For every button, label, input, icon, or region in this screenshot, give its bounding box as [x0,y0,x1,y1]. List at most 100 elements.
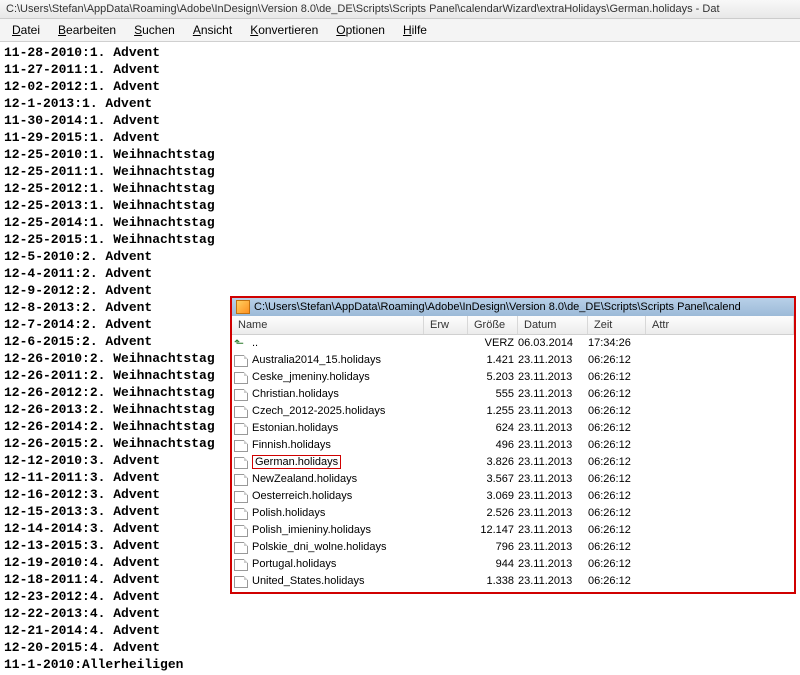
file-row[interactable]: Polskie_dni_wolne.holidays79623.11.20130… [232,539,794,556]
file-icon [234,542,248,554]
file-size: 5.203 [472,369,518,386]
column-time[interactable]: Zeit [588,316,646,334]
file-date: 06.03.2014 [518,335,588,352]
file-icon [234,389,248,401]
file-size: 496 [472,437,518,454]
file-time: 06:26:12 [588,420,646,437]
menu-item-optionen[interactable]: Optionen [328,21,393,39]
file-row[interactable]: United_States.holidays1.33823.11.201306:… [232,573,794,590]
folder-up-icon [234,338,248,350]
file-browser-path: C:\Users\Stefan\AppData\Roaming\Adobe\In… [254,301,741,313]
file-browser-titlebar[interactable]: C:\Users\Stefan\AppData\Roaming\Adobe\In… [232,298,794,316]
column-name[interactable]: Name [232,316,424,334]
column-attr[interactable]: Attr [646,316,794,334]
file-browser-columns[interactable]: Name Erw Größe Datum Zeit Attr [232,316,794,335]
file-icon [234,525,248,537]
file-date: 23.11.2013 [518,573,588,590]
file-time: 06:26:12 [588,573,646,590]
file-name: Finnish.holidays [252,437,428,454]
menu-item-bearbeiten[interactable]: Bearbeiten [50,21,124,39]
file-time: 17:34:26 [588,335,646,352]
file-icon [234,423,248,435]
file-browser-window[interactable]: C:\Users\Stefan\AppData\Roaming\Adobe\In… [230,296,796,594]
file-name: .. [252,335,428,352]
file-date: 23.11.2013 [518,369,588,386]
menu-item-hilfe[interactable]: Hilfe [395,21,435,39]
file-row[interactable]: NewZealand.holidays3.56723.11.201306:26:… [232,471,794,488]
file-name: Czech_2012-2025.holidays [252,403,428,420]
file-icon [234,372,248,384]
file-time: 06:26:12 [588,471,646,488]
file-date: 23.11.2013 [518,420,588,437]
file-row[interactable]: Czech_2012-2025.holidays1.25523.11.20130… [232,403,794,420]
file-icon [234,508,248,520]
column-size[interactable]: Größe [468,316,518,334]
menu-item-datei[interactable]: Datei [4,21,48,39]
file-browser-list[interactable]: ..VERZ06.03.201417:34:26Australia2014_15… [232,335,794,592]
file-date: 23.11.2013 [518,386,588,403]
folder-icon [236,300,250,314]
menu-item-konvertieren[interactable]: Konvertieren [242,21,326,39]
file-size: 1.255 [472,403,518,420]
file-time: 06:26:12 [588,352,646,369]
file-row[interactable]: German.holidays 3.82623.11.201306:26:12 [232,454,794,471]
file-row[interactable]: Finnish.holidays49623.11.201306:26:12 [232,437,794,454]
file-size: 944 [472,556,518,573]
file-date: 23.11.2013 [518,590,588,592]
parent-folder-row[interactable]: .. VERZ06.03.201417:34:26 [232,335,794,352]
file-date: 23.11.2013 [518,352,588,369]
file-name: wichtige_tage.holidays [252,590,428,592]
file-date: 23.11.2013 [518,454,588,471]
file-size: 555 [472,386,518,403]
file-time: 06:26:12 [588,454,646,471]
file-name: Christian.holidays [252,386,428,403]
file-name: German.holidays [252,454,428,471]
file-time: 06:26:12 [588,437,646,454]
file-row[interactable]: Polish_imieniny.holidays12.14723.11.2013… [232,522,794,539]
file-size: 12.147 [472,522,518,539]
file-row[interactable]: Australia2014_15.holidays 1.42123.11.2013… [232,352,794,369]
file-time: 06:26:12 [588,522,646,539]
file-name: Ceske_jmeniny.holidays [252,369,428,386]
file-row[interactable]: Portugal.holidays 94423.11.201306:26:12 [232,556,794,573]
file-icon [234,559,248,571]
file-name: Australia2014_15.holidays [252,352,428,369]
file-time: 06:26:12 [588,505,646,522]
file-icon [234,355,248,367]
file-name: Oesterreich.holidays [252,488,428,505]
column-date[interactable]: Datum [518,316,588,334]
menu-item-ansicht[interactable]: Ansicht [185,21,240,39]
file-row[interactable]: Ceske_jmeniny.holidays 5.20323.11.201306:… [232,369,794,386]
file-date: 23.11.2013 [518,471,588,488]
file-size: 624 [472,420,518,437]
file-date: 23.11.2013 [518,488,588,505]
file-size: VERZ [472,335,518,352]
file-icon [234,457,248,469]
file-row[interactable]: Estonian.holidays 62423.11.201306:26:12 [232,420,794,437]
file-size: 1.421 [472,352,518,369]
file-row[interactable]: Oesterreich.holidays3.06923.11.201306:26… [232,488,794,505]
file-date: 23.11.2013 [518,556,588,573]
file-name: Portugal.holidays [252,556,428,573]
file-name: NewZealand.holidays [252,471,428,488]
window-title-text: C:\Users\Stefan\AppData\Roaming\Adobe\In… [6,3,720,15]
file-size: 796 [472,539,518,556]
column-erw[interactable]: Erw [424,316,468,334]
file-size: 3.826 [472,454,518,471]
file-time: 06:26:12 [588,590,646,592]
file-date: 23.11.2013 [518,403,588,420]
file-name: Polish.holidays [252,505,428,522]
file-name: Estonian.holidays [252,420,428,437]
file-size: 2.526 [472,505,518,522]
file-time: 06:26:12 [588,369,646,386]
file-row[interactable]: Polish.holidays 2.52623.11.201306:26:12 [232,505,794,522]
file-row[interactable]: Christian.holidays55523.11.201306:26:12 [232,386,794,403]
file-time: 06:26:12 [588,556,646,573]
file-date: 23.11.2013 [518,505,588,522]
file-row[interactable]: wichtige_tage.holidays 1.18723.11.201306:… [232,590,794,592]
menu-item-suchen[interactable]: Suchen [126,21,183,39]
file-icon [234,474,248,486]
file-size: 1.187 [472,590,518,592]
file-time: 06:26:12 [588,539,646,556]
file-size: 1.338 [472,573,518,590]
